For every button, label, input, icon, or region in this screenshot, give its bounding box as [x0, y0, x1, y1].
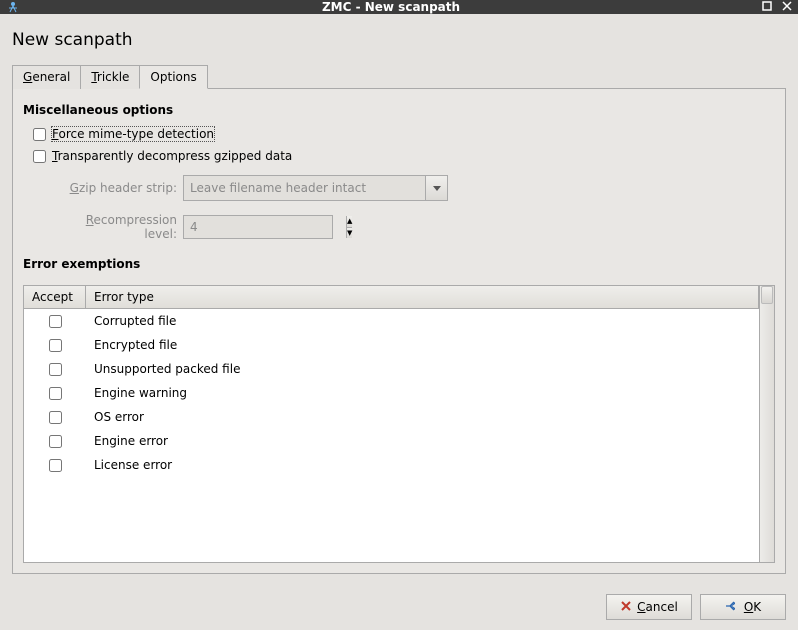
tab-options[interactable]: Options: [139, 65, 207, 89]
spinner-down-button[interactable]: ▼: [347, 228, 352, 239]
table-row[interactable]: Encrypted file: [24, 333, 759, 357]
force-mime-label[interactable]: Force mime-type detection: [52, 127, 214, 141]
tab-page-options: Miscellaneous options Force mime-type de…: [12, 89, 786, 574]
app-icon: [6, 0, 20, 14]
accept-checkbox[interactable]: [49, 315, 62, 328]
tab-trickle[interactable]: Trickle: [80, 65, 140, 89]
table-row[interactable]: Corrupted file: [24, 309, 759, 333]
error-type-cell: Unsupported packed file: [86, 362, 759, 376]
chevron-down-icon: [433, 186, 441, 191]
page-title: New scanpath: [12, 24, 786, 64]
error-type-cell: Engine warning: [86, 386, 759, 400]
error-type-cell: License error: [86, 458, 759, 472]
scrollbar-thumb[interactable]: [761, 286, 773, 304]
gzip-strip-combo[interactable]: [183, 175, 448, 201]
recompression-value[interactable]: [184, 216, 346, 238]
force-mime-checkbox[interactable]: [33, 128, 46, 141]
spinner-up-button[interactable]: ▲: [347, 216, 352, 228]
accept-checkbox[interactable]: [49, 339, 62, 352]
gzip-strip-value[interactable]: [184, 176, 425, 200]
ok-icon: [725, 600, 739, 614]
cancel-icon: [620, 600, 632, 615]
cancel-button[interactable]: Cancel: [606, 594, 692, 620]
column-header-accept[interactable]: Accept: [24, 286, 86, 308]
window: ZMC - New scanpath New scanpath General …: [0, 0, 798, 622]
recompression-spinner[interactable]: ▲ ▼: [183, 215, 333, 239]
window-title: ZMC - New scanpath: [20, 0, 762, 14]
accept-checkbox[interactable]: [49, 435, 62, 448]
tab-bar: General Trickle Options: [12, 64, 786, 89]
misc-options-title: Miscellaneous options: [23, 103, 775, 117]
gzip-strip-dropdown-button[interactable]: [425, 176, 447, 200]
column-header-error-type[interactable]: Error type: [86, 286, 759, 308]
error-type-cell: Corrupted file: [86, 314, 759, 328]
gzip-strip-label: Gzip header strip:: [51, 181, 183, 195]
accept-checkbox[interactable]: [49, 411, 62, 424]
accept-checkbox[interactable]: [49, 459, 62, 472]
maximize-button[interactable]: [762, 0, 772, 14]
error-type-cell: Engine error: [86, 434, 759, 448]
error-type-cell: Encrypted file: [86, 338, 759, 352]
table-header: Accept Error type: [24, 286, 759, 309]
table-row[interactable]: OS error: [24, 405, 759, 429]
table-row[interactable]: Engine warning: [24, 381, 759, 405]
close-button[interactable]: [782, 0, 792, 14]
transparent-gzip-checkbox[interactable]: [33, 150, 46, 163]
table-row[interactable]: License error: [24, 453, 759, 477]
tab-general[interactable]: General: [12, 65, 81, 89]
table-row[interactable]: Unsupported packed file: [24, 357, 759, 381]
recompression-label: Recompression level:: [51, 213, 183, 241]
accept-checkbox[interactable]: [49, 363, 62, 376]
error-table: Accept Error type Corrupted file Encrypte…: [23, 285, 775, 563]
table-scrollbar[interactable]: [759, 286, 774, 562]
titlebar: ZMC - New scanpath: [0, 0, 798, 14]
error-type-cell: OS error: [86, 410, 759, 424]
transparent-gzip-label[interactable]: Transparently decompress gzipped data: [52, 149, 292, 163]
error-exemptions-title: Error exemptions: [23, 257, 775, 271]
accept-checkbox[interactable]: [49, 387, 62, 400]
dialog-buttons: Cancel OK: [0, 584, 798, 630]
ok-button[interactable]: OK: [700, 594, 786, 620]
table-row[interactable]: Engine error: [24, 429, 759, 453]
